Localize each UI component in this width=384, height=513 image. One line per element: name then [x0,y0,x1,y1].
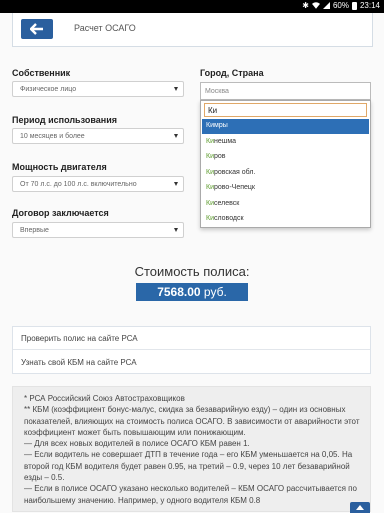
chevron-down-icon [174,228,178,232]
period-select[interactable]: 10 месяцев и более [12,128,184,144]
city-option-match: Ки [206,122,214,129]
note-kbm: ** КБМ (коэффициент бонус-малус, скидка … [24,405,360,437]
city-option-match: Ки [206,168,214,176]
city-option[interactable]: Киров [202,150,369,165]
notes-panel: * РСА Российский Союз Автостраховщиков *… [12,386,371,512]
contract-select[interactable]: Впервые [12,222,184,238]
note-rsa: * РСА Российский Союз Автостраховщиков [24,394,185,403]
city-option-match: Ки [206,153,214,160]
city-option[interactable]: Кинешма [202,135,369,150]
city-option-match: Ки [206,215,214,222]
back-button[interactable] [21,19,53,39]
city-search-input[interactable]: Ки [204,103,367,117]
battery-icon [351,1,357,10]
chevron-down-icon [174,134,178,138]
city-option-rest: нешма [214,137,237,145]
price-title: Стоимость полиса: [134,264,250,279]
check-policy-link[interactable]: Проверить полис на сайте РСА [13,327,370,350]
city-dropdown: Ки Кимры Кинешма Киров Кировская обл. Кирово… [200,100,371,228]
battery-percent: 60% [332,1,349,10]
city-option-rest: ров [214,153,226,160]
price-amount: 7568.00 [157,285,201,299]
header-card: Расчет ОСАГО [12,13,373,47]
period-label: Период использования [12,115,117,125]
note-multiple-drivers: — Если в полисе ОСАГО указано несколько … [24,484,357,505]
owner-select[interactable]: Физическое лицо [12,81,184,97]
city-option-rest: мры [214,122,228,129]
city-option-rest: словодск [214,215,244,222]
power-label: Мощность двигателя [12,162,107,172]
owner-label: Собственник [12,68,71,78]
links-card: Проверить полис на сайте РСА Узнать свой… [12,326,371,374]
arrow-left-icon [30,23,43,35]
city-option[interactable]: Киселевск [202,197,369,212]
wifi-icon [311,2,320,9]
city-label: Город, Страна [200,68,264,78]
owner-value: Физическое лицо [20,86,77,93]
city-option-rest: ровская обл. [214,168,256,176]
chevron-down-icon [174,87,178,91]
price-badge: 7568.00 руб. [136,283,248,301]
city-option-rest: селевск [214,199,240,207]
city-option[interactable]: Кировская обл. [202,166,369,181]
note-no-accidents: — Если водитель не совершает ДТП в течен… [24,450,353,483]
period-value: 10 месяцев и более [20,133,85,140]
city-option-rest: рово-Чепецк [214,184,255,191]
chevron-down-icon [174,182,178,186]
city-select[interactable]: Москва [200,82,371,100]
power-select[interactable]: От 70 л.с. до 100 л.с. включительно [12,176,184,192]
bluetooth-icon: ✱ [302,1,309,10]
price-currency: руб. [203,285,227,299]
city-option-match: Ки [206,199,214,207]
city-option-match: Ки [206,184,214,191]
check-kbm-link[interactable]: Узнать свой КБМ на сайте РСА [13,351,370,374]
city-option[interactable]: Кирово-Чепецк [202,181,369,196]
city-option[interactable]: Кимры [202,119,369,134]
page-title: Расчет ОСАГО [74,23,136,33]
scroll-top-button[interactable] [350,502,370,513]
contract-label: Договор заключается [12,208,109,218]
contract-value: Впервые [20,227,49,234]
city-option-match: Ки [206,137,214,145]
city-value: Москва [205,88,229,95]
status-bar: ✱ 60% 23:14 [0,0,384,13]
power-value: От 70 л.с. до 100 л.с. включительно [20,181,137,188]
signal-icon [322,2,330,9]
city-option[interactable]: Кисловодск [202,212,369,227]
clock: 23:14 [359,1,380,10]
note-new-drivers: — Для всех новых водителей в полисе ОСАГ… [24,439,250,449]
